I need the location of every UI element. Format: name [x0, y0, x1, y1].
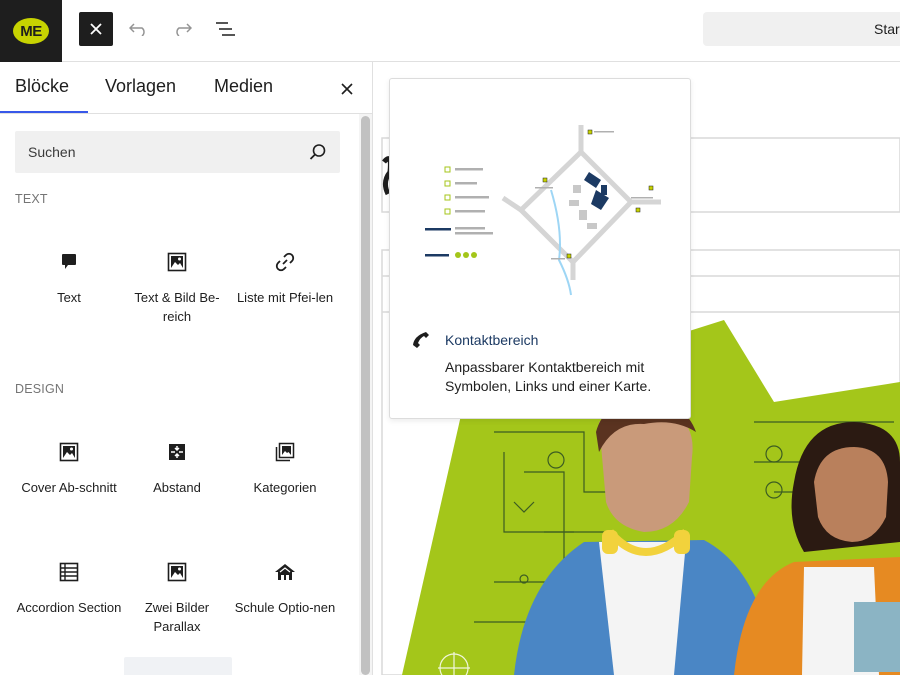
- search-icon[interactable]: [309, 143, 327, 161]
- block-label: Text: [57, 290, 81, 305]
- block-preview-image: [391, 80, 689, 318]
- close-panel-button[interactable]: [336, 78, 358, 100]
- block-item-text[interactable]: Text: [15, 250, 123, 307]
- gallery-icon: [275, 442, 295, 462]
- block-item-categories[interactable]: Kategorien: [231, 440, 339, 497]
- speech-bubble-icon: [62, 254, 76, 269]
- sidebar-scrollbar-thumb[interactable]: [361, 116, 370, 675]
- block-item-spacer[interactable]: Abstand: [123, 440, 231, 497]
- list-view-button[interactable]: [208, 12, 242, 46]
- close-inserter-button[interactable]: [79, 12, 113, 46]
- logo-badge: ME: [13, 18, 49, 44]
- close-icon: [90, 23, 102, 35]
- preview-block-title: Kontaktbereich: [445, 332, 539, 348]
- block-label: Cover Ab-schnitt: [21, 480, 117, 495]
- site-logo[interactable]: ME: [0, 0, 62, 62]
- school-icon: [275, 564, 295, 580]
- active-tab-indicator: [0, 111, 88, 113]
- block-item-school-options[interactable]: Schule Optio-nen: [231, 560, 339, 617]
- block-label: Liste mit Pfei-len: [236, 290, 334, 305]
- editor-top-bar: ME Star: [0, 0, 900, 62]
- section-label-design: Design: [15, 382, 65, 396]
- section-label-text: Text: [15, 192, 48, 206]
- block-item-accordion-section[interactable]: Accordion Section: [15, 560, 123, 617]
- link-icon: [275, 252, 295, 272]
- block-label: Abstand: [153, 480, 201, 495]
- block-preview-popover: Kontaktbereich Anpassbarer Kontaktbereic…: [389, 78, 691, 419]
- spacer-icon: [169, 444, 185, 460]
- document-title: Star: [874, 21, 900, 37]
- table-list-icon: [59, 562, 79, 582]
- undo-button[interactable]: [122, 12, 156, 46]
- document-title-bar[interactable]: Star: [703, 12, 900, 46]
- search-input[interactable]: [15, 131, 295, 173]
- inserter-tabs: Blöcke Vorlagen Medien: [0, 62, 372, 114]
- block-search: [15, 131, 340, 173]
- image-icon: [59, 442, 79, 462]
- block-item-two-images-parallax[interactable]: Zwei Bilder Parallax: [123, 560, 231, 636]
- block-label: Kategorien: [253, 480, 317, 495]
- tab-blocks[interactable]: Blöcke: [15, 76, 69, 97]
- block-item-partial[interactable]: [124, 657, 232, 675]
- block-label: Text & Bild Be-reich: [134, 290, 220, 324]
- image-icon: [167, 562, 187, 582]
- block-label: Schule Optio-nen: [234, 600, 336, 615]
- block-inserter-panel: Blöcke Vorlagen Medien Text Text Text & …: [0, 62, 373, 675]
- redo-icon: [176, 23, 192, 36]
- preview-block-description: Anpassbarer Kontaktbereich mit Symbolen,…: [445, 359, 652, 394]
- block-label: Zwei Bilder Parallax: [144, 600, 210, 634]
- image-icon: [167, 252, 187, 272]
- redo-button[interactable]: [165, 12, 199, 46]
- tab-media[interactable]: Medien: [214, 76, 273, 97]
- undo-icon: [129, 23, 145, 36]
- tab-patterns[interactable]: Vorlagen: [105, 76, 176, 97]
- block-item-text-image[interactable]: Text & Bild Be-reich: [123, 250, 231, 326]
- phone-icon: [413, 332, 429, 348]
- block-item-cover-section[interactable]: Cover Ab-schnitt: [15, 440, 123, 497]
- block-label: Accordion Section: [16, 600, 122, 615]
- block-item-arrow-list[interactable]: Liste mit Pfei-len: [231, 250, 339, 307]
- list-view-icon: [216, 22, 235, 36]
- close-icon: [341, 83, 353, 95]
